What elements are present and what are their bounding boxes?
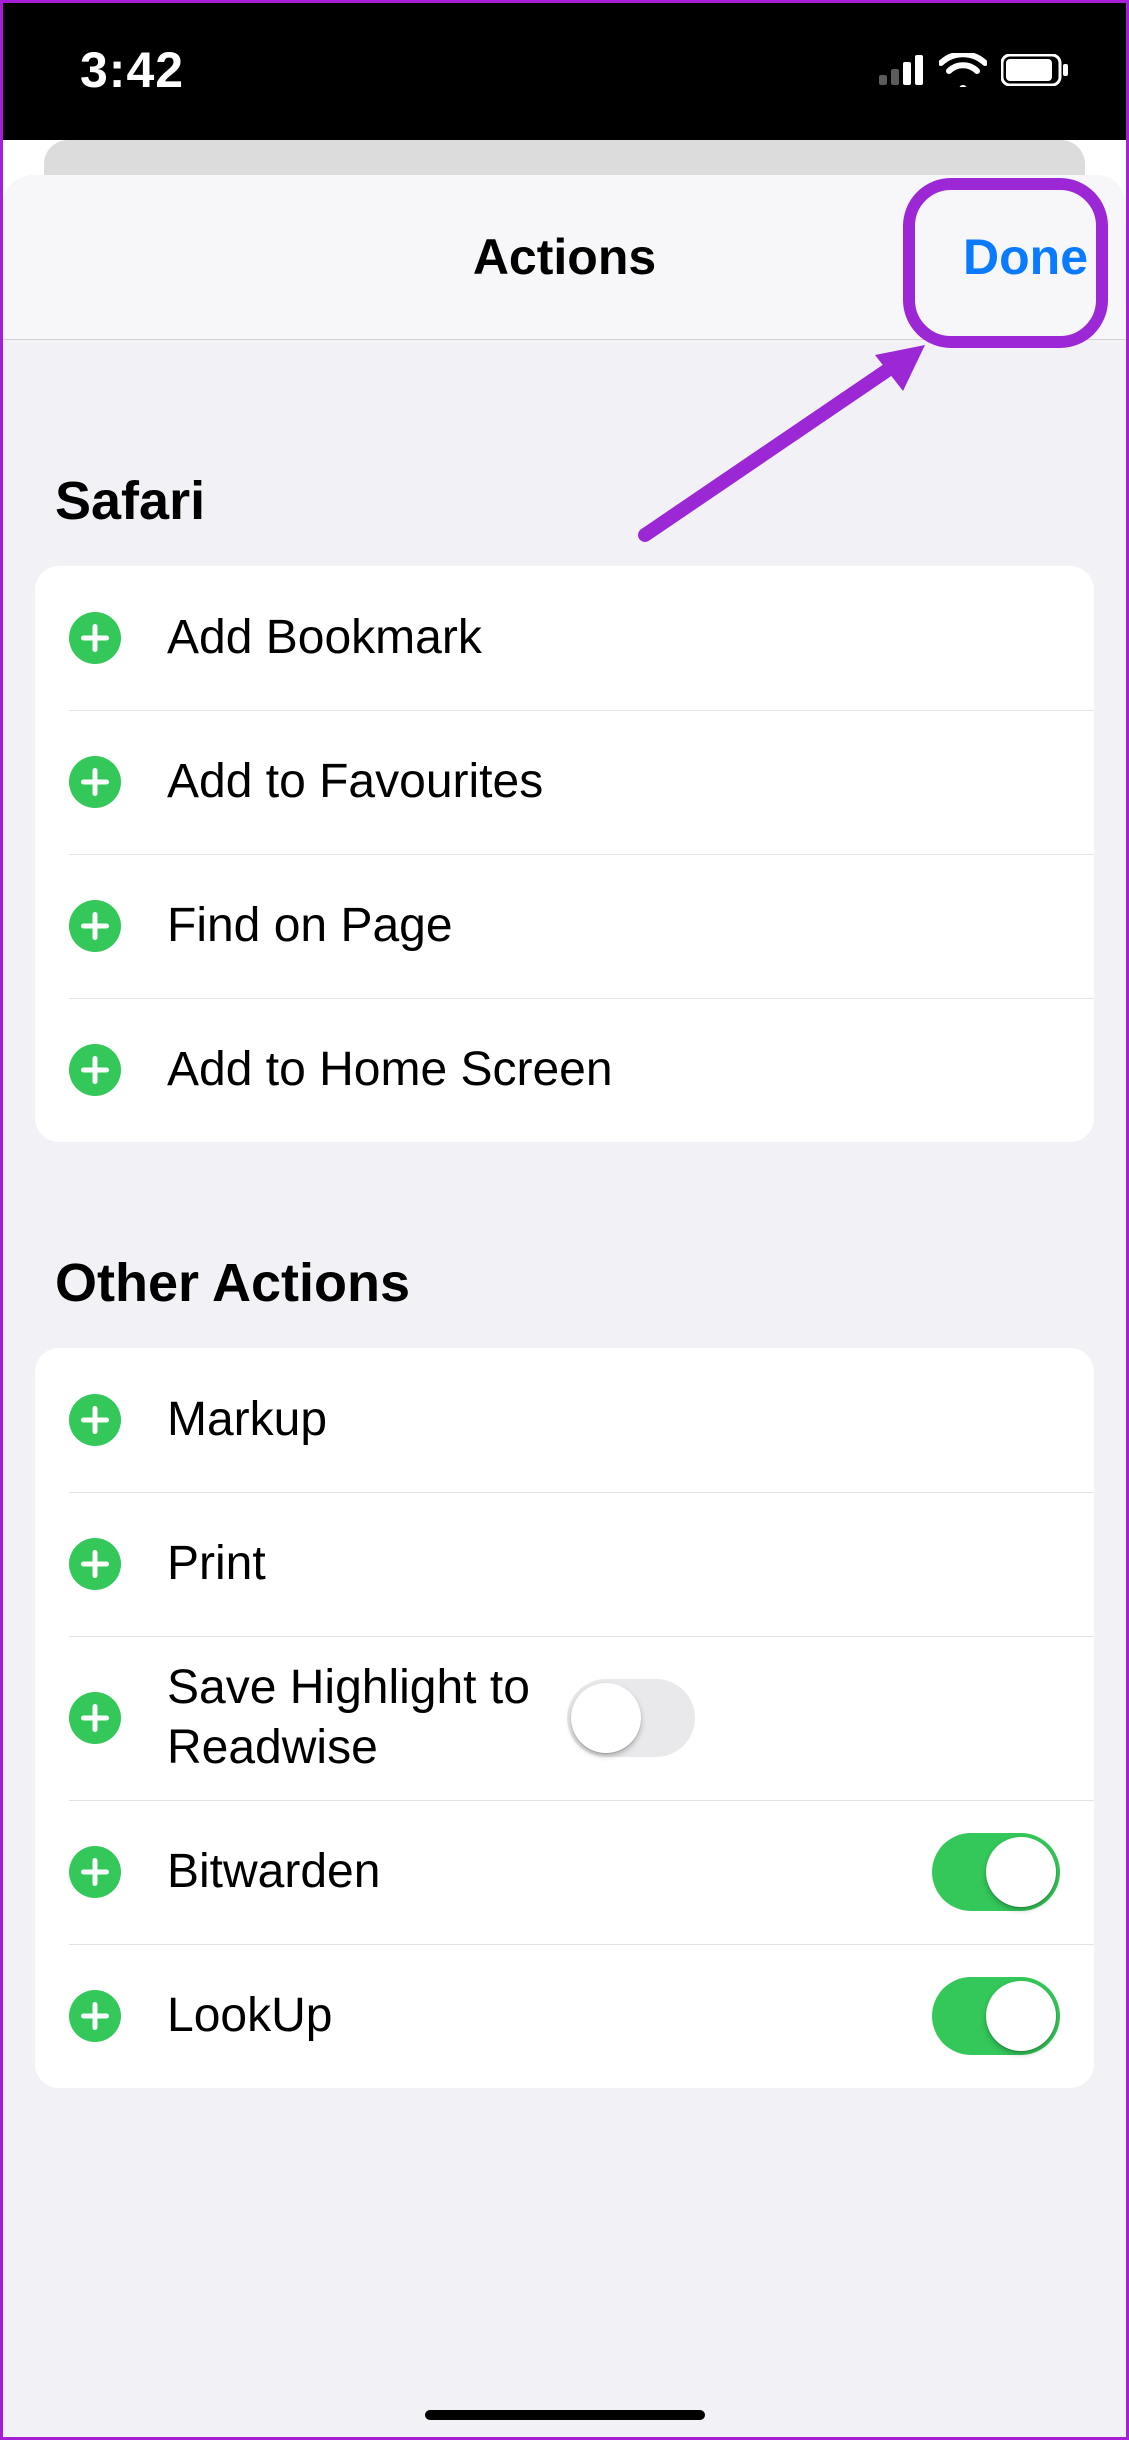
actions-sheet: Actions Done Safari Add Bookmark Add to … [3,175,1126,2437]
row-add-bookmark[interactable]: Add Bookmark [35,566,1094,710]
row-label: Add Bookmark [167,608,1060,668]
row-label: Add to Home Screen [167,1040,1060,1100]
cellular-icon [879,55,925,85]
sheet-title: Actions [473,228,656,286]
home-indicator [425,2410,705,2420]
row-print[interactable]: Print [35,1492,1094,1636]
section-title-safari: Safari [3,470,1126,532]
row-label: Find on Page [167,896,1060,956]
row-label: Add to Favourites [167,752,1060,812]
add-icon[interactable] [69,1692,121,1744]
wifi-icon [939,53,987,87]
row-label: Save Highlight to Readwise [167,1658,567,1778]
row-label: Markup [167,1390,1060,1450]
row-add-to-home-screen[interactable]: Add to Home Screen [35,998,1094,1142]
row-markup[interactable]: Markup [35,1348,1094,1492]
status-icons [879,53,1069,87]
section-title-other: Other Actions [3,1252,1126,1314]
add-icon[interactable] [69,900,121,952]
add-icon[interactable] [69,612,121,664]
safari-actions-list: Add Bookmark Add to Favourites Find on P… [35,566,1094,1142]
row-bitwarden[interactable]: Bitwarden [35,1800,1094,1944]
row-label: LookUp [167,1986,932,2046]
add-icon[interactable] [69,1044,121,1096]
done-button[interactable]: Done [963,228,1088,286]
add-icon[interactable] [69,1990,121,2042]
add-icon[interactable] [69,1394,121,1446]
battery-icon [1001,54,1069,86]
add-icon[interactable] [69,756,121,808]
row-lookup[interactable]: LookUp [35,1944,1094,2088]
row-label: Print [167,1534,1060,1594]
toggle-save-highlight-to-readwise[interactable] [567,1679,695,1757]
sheet-header: Actions Done [3,175,1126,340]
other-actions-list: Markup Print Save Highlight to Readwise … [35,1348,1094,2088]
add-icon[interactable] [69,1538,121,1590]
toggle-bitwarden[interactable] [932,1833,1060,1911]
status-bar: 3:42 [0,0,1129,140]
status-time: 3:42 [80,41,184,99]
toggle-lookup[interactable] [932,1977,1060,2055]
row-add-to-favourites[interactable]: Add to Favourites [35,710,1094,854]
row-find-on-page[interactable]: Find on Page [35,854,1094,998]
add-icon[interactable] [69,1846,121,1898]
row-save-highlight-to-readwise[interactable]: Save Highlight to Readwise [35,1636,1094,1800]
row-label: Bitwarden [167,1842,932,1902]
